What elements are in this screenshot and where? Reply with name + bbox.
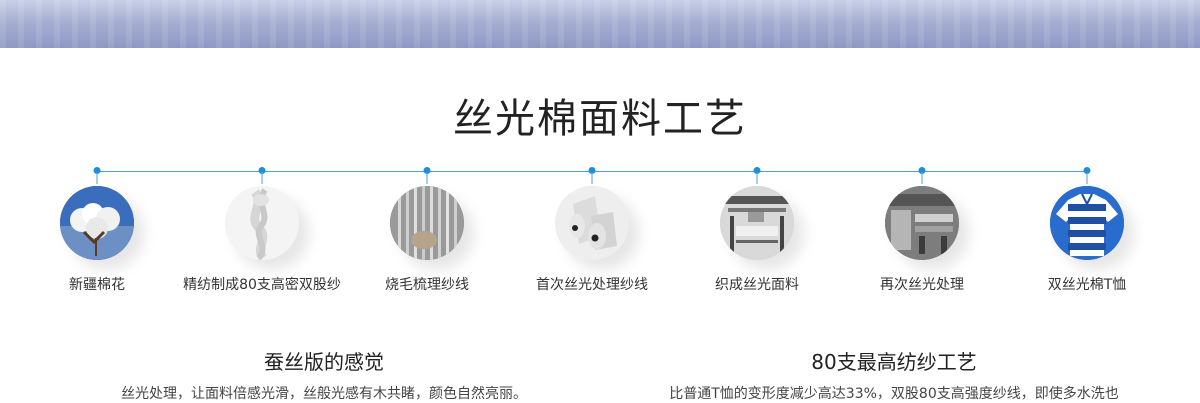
timeline-connector: [756, 172, 758, 184]
step-label: 双丝光棉T恤: [1047, 277, 1127, 293]
thread-spools-icon: [555, 186, 629, 260]
process-step-5: 织成丝光面料: [672, 186, 842, 294]
process-step-3: 烧毛梳理纱线: [342, 186, 512, 294]
step-label: 再次丝光处理: [880, 277, 964, 293]
timeline-connector: [591, 172, 593, 184]
feature-silk-feel: 蚕丝版的感觉 丝光处理，让面料倍感光滑，丝般光感有木共睹，颜色自然亮丽。: [64, 346, 584, 403]
cotton-boll-icon: [60, 186, 134, 260]
feature-text: 比普通T恤的变形度减少高达33%，双股80支高强度纱线，即使多水洗也: [669, 386, 1119, 402]
feature-80-count-yarn: 80支最高纺纱工艺 比普通T恤的变形度减少高达33%，双股80支高强度纱线，即使…: [634, 346, 1154, 403]
timeline-connector: [426, 172, 428, 184]
step-label: 织成丝光面料: [715, 277, 799, 293]
factory-machine-icon: [885, 186, 959, 260]
process-step-4: 首次丝光处理纱线: [507, 186, 677, 294]
timeline-connector: [261, 172, 263, 184]
timeline-connector: [921, 172, 923, 184]
process-step-1: 新疆棉花: [12, 186, 182, 294]
feature-heading: 蚕丝版的感觉: [264, 350, 384, 374]
step-label: 烧毛梳理纱线: [385, 277, 469, 293]
header-banner: [0, 0, 1200, 48]
step-label: 首次丝光处理纱线: [536, 277, 648, 293]
feature-heading: 80支最高纺纱工艺: [811, 350, 977, 374]
timeline-connector: [1086, 172, 1088, 184]
weaving-machine-icon: [720, 186, 794, 260]
process-step-7: 双丝光棉T恤: [1002, 186, 1172, 294]
page-title: 丝光棉面料工艺: [453, 96, 747, 142]
yarn-skein-icon: [225, 186, 299, 260]
process-step-6: 再次丝光处理: [837, 186, 1007, 294]
process-step-2: 精纺制成80支高密双股纱: [177, 186, 347, 294]
timeline-connector: [96, 172, 98, 184]
yarn-threads-icon: [390, 186, 464, 260]
step-label: 精纺制成80支高密双股纱: [183, 277, 341, 293]
step-label: 新疆棉花: [69, 277, 125, 293]
striped-tshirt-icon: [1050, 186, 1124, 260]
feature-text: 丝光处理，让面料倍感光滑，丝般光感有木共睹，颜色自然亮丽。: [121, 386, 527, 402]
